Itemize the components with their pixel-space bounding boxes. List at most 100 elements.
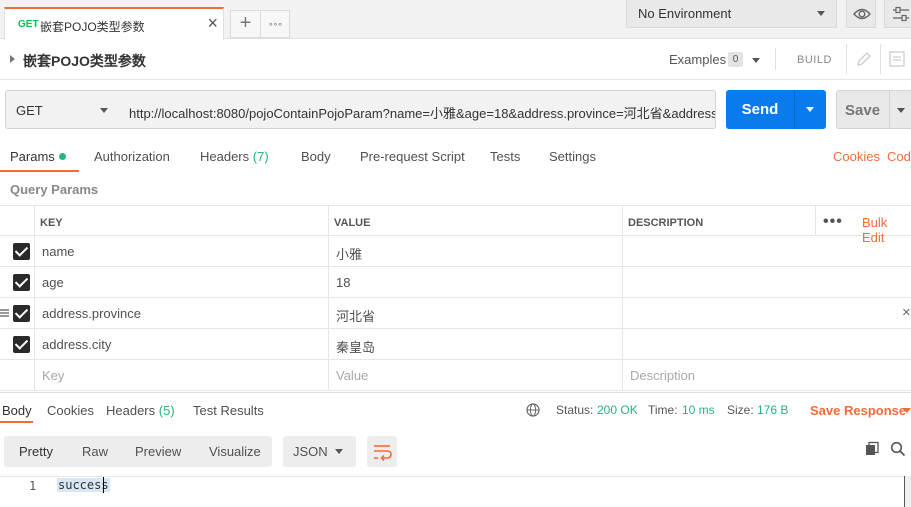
- save-label: Save: [845, 102, 881, 119]
- params-active-dot-icon: [58, 153, 66, 160]
- column-value-header: VALUE: [334, 217, 371, 229]
- wrap-lines-icon: [374, 445, 392, 462]
- more-tabs-button[interactable]: ∘∘∘: [260, 10, 290, 38]
- divider: [775, 48, 776, 70]
- response-active-tab-underline: [0, 421, 33, 423]
- send-button[interactable]: Send: [726, 90, 826, 129]
- response-tab-headers[interactable]: Headers (5): [106, 403, 175, 418]
- environment-select[interactable]: No Environment: [626, 0, 837, 28]
- save-response-chevron-icon[interactable]: [903, 408, 911, 413]
- format-select[interactable]: JSON: [283, 436, 356, 467]
- url-text: http://localhost:8080/pojoContainPojoPar…: [129, 106, 716, 121]
- param-value[interactable]: 18: [336, 275, 350, 290]
- param-key[interactable]: name: [42, 244, 75, 259]
- tab-headers[interactable]: Headers (7): [200, 149, 269, 164]
- text-cursor: [103, 477, 104, 493]
- row-checkbox[interactable]: [13, 243, 30, 260]
- tab-authorization[interactable]: Authorization: [94, 149, 170, 164]
- column-key-header: KEY: [40, 217, 63, 229]
- chevron-down-icon: [100, 108, 108, 113]
- documentation-icon[interactable]: [888, 50, 906, 68]
- eye-icon: [853, 8, 871, 20]
- save-response-button[interactable]: Save Response: [810, 403, 906, 418]
- time-value[interactable]: 10 ms: [682, 403, 715, 417]
- table-row: name 小雅: [0, 236, 911, 267]
- table-row: address.city 秦皇岛: [0, 329, 911, 360]
- request-title[interactable]: 嵌套POJO类型参数: [23, 51, 146, 71]
- more-icon: ∘∘∘: [268, 19, 283, 29]
- response-tab-cookies[interactable]: Cookies: [47, 403, 94, 418]
- globe-icon[interactable]: [525, 402, 541, 418]
- request-tab-name: 嵌套POJO类型参数: [40, 20, 145, 34]
- request-tab[interactable]: GET 嵌套POJO类型参数 ×: [4, 7, 224, 40]
- param-value[interactable]: 秦皇岛: [336, 337, 375, 356]
- response-tab-headers-label: Headers: [106, 403, 156, 418]
- tab-pre-request-script[interactable]: Pre-request Script: [360, 149, 465, 164]
- editor-scrollbar[interactable]: [904, 476, 911, 507]
- cookies-link[interactable]: Cookies: [833, 149, 880, 164]
- examples-chevron-down-icon[interactable]: [752, 58, 760, 63]
- examples-button[interactable]: Examples: [669, 52, 726, 67]
- copy-icon[interactable]: [864, 441, 880, 457]
- delete-row-icon[interactable]: ×: [902, 304, 911, 321]
- response-tab-headers-count: (5): [158, 403, 175, 418]
- pencil-icon[interactable]: [855, 50, 873, 68]
- url-input[interactable]: http://localhost:8080/pojoContainPojoPar…: [119, 90, 716, 129]
- divider: [0, 79, 911, 80]
- table-row: age 18: [0, 267, 911, 298]
- method-select[interactable]: GET: [5, 90, 120, 129]
- param-value[interactable]: 小雅: [336, 244, 362, 263]
- time-label: Time:: [648, 403, 678, 417]
- tab-body[interactable]: Body: [301, 149, 331, 164]
- new-value-input[interactable]: Value: [336, 368, 368, 383]
- row-checkbox[interactable]: [13, 274, 30, 291]
- response-tab-body[interactable]: Body: [2, 403, 32, 418]
- tab-settings[interactable]: Settings: [549, 149, 596, 164]
- table-row: address.province 河北省 ×: [0, 298, 911, 329]
- save-options-chevron-icon[interactable]: [897, 108, 905, 113]
- response-editor[interactable]: [0, 476, 911, 507]
- view-pretty-button[interactable]: Pretty: [19, 444, 53, 459]
- new-key-input[interactable]: Key: [42, 368, 64, 383]
- view-preview-button[interactable]: Preview: [135, 444, 181, 459]
- manage-environments-button[interactable]: [884, 0, 911, 28]
- tab-params[interactable]: Params: [10, 149, 66, 164]
- query-params-title: Query Params: [10, 182, 99, 197]
- table-row-placeholder: Key Value Description: [0, 360, 911, 391]
- new-description-input[interactable]: Description: [630, 368, 695, 383]
- size-label: Size:: [727, 403, 754, 417]
- wrap-lines-button[interactable]: [367, 436, 397, 467]
- tab-tests[interactable]: Tests: [490, 149, 520, 164]
- code-link[interactable]: Code: [887, 149, 911, 164]
- send-options-chevron-icon[interactable]: [806, 107, 814, 112]
- param-value[interactable]: 河北省: [336, 306, 375, 325]
- search-icon[interactable]: [890, 441, 906, 457]
- param-key[interactable]: age: [42, 275, 64, 290]
- response-divider[interactable]: [0, 392, 911, 393]
- response-tab-test-results[interactable]: Test Results: [193, 403, 264, 418]
- close-tab-icon[interactable]: ×: [207, 13, 218, 33]
- save-button[interactable]: Save: [836, 90, 911, 129]
- new-tab-button[interactable]: +: [230, 10, 261, 38]
- tab-params-label: Params: [10, 149, 55, 164]
- environment-quick-look-button[interactable]: [846, 0, 876, 28]
- row-checkbox[interactable]: [13, 336, 30, 353]
- drag-handle-icon[interactable]: [0, 308, 10, 318]
- view-raw-button[interactable]: Raw: [82, 444, 108, 459]
- line-number: 1: [29, 479, 37, 493]
- response-body-text[interactable]: success: [57, 478, 110, 492]
- chevron-down-icon: [335, 449, 343, 454]
- view-visualize-button[interactable]: Visualize: [209, 444, 261, 459]
- build-label[interactable]: BUILD: [797, 54, 832, 66]
- row-checkbox[interactable]: [13, 305, 30, 322]
- param-key[interactable]: address.city: [42, 337, 111, 352]
- format-selected: JSON: [293, 444, 328, 459]
- param-key[interactable]: address.province: [42, 306, 141, 321]
- method-selected: GET: [16, 103, 43, 118]
- plus-icon: +: [239, 12, 252, 34]
- collapse-caret-icon[interactable]: [10, 55, 15, 63]
- size-value[interactable]: 176 B: [757, 403, 788, 417]
- column-options-icon[interactable]: •••: [823, 213, 843, 231]
- request-tab-method: GET: [18, 19, 39, 30]
- status-value[interactable]: 200 OK: [597, 403, 638, 417]
